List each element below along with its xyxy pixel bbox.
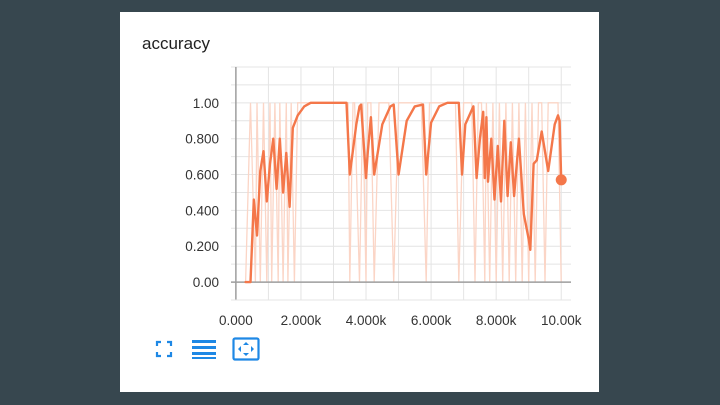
fit-domain-button[interactable]: [232, 337, 260, 361]
tick-labels: 0.00 0.200 0.400 0.600 0.800 1.00 0.000 2.000k 4…: [185, 96, 582, 328]
accuracy-line-chart[interactable]: 0.00 0.200 0.400 0.600 0.800 1.00 0.000 2.000k 4…: [120, 12, 599, 392]
chart-card: accuracy 0.00 0.200 0.400 0.600 0.800 1.00 0.0…: [120, 12, 599, 392]
y-tick-label: 0.600: [185, 168, 219, 183]
fullscreen-icon: [155, 340, 173, 358]
list-icon: [192, 340, 216, 359]
x-tick-label: 10.00k: [541, 313, 582, 328]
y-tick-label: 0.200: [185, 239, 219, 254]
x-tick-label: 4.000k: [346, 313, 387, 328]
last-value-marker: [555, 174, 567, 186]
toggle-log-scale-button[interactable]: [190, 337, 218, 361]
x-tick-label: 0.000: [219, 313, 253, 328]
fullscreen-button[interactable]: [150, 337, 178, 361]
y-tick-label: 1.00: [193, 96, 219, 111]
y-tick-label: 0.800: [185, 132, 219, 147]
x-tick-label: 8.000k: [476, 313, 517, 328]
x-tick-label: 6.000k: [411, 313, 452, 328]
y-tick-label: 0.00: [193, 275, 219, 290]
y-tick-label: 0.400: [185, 203, 219, 218]
x-tick-label: 2.000k: [281, 313, 322, 328]
fit-domain-icon: [232, 337, 260, 361]
